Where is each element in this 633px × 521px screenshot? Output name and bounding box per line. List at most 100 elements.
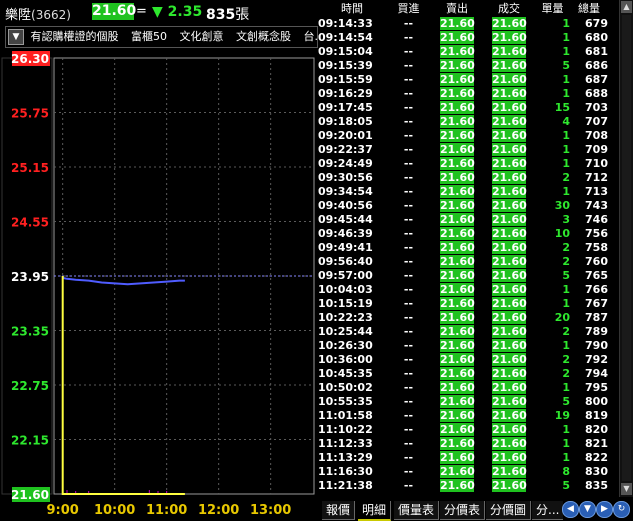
table-row[interactable]: 11:16:30 -- 21.60 21.60 8 830: [318, 464, 608, 478]
table-scrollbar[interactable]: ▲ ▼: [619, 0, 633, 497]
table-row[interactable]: 11:12:33 -- 21.60 21.60 1 821: [318, 436, 608, 450]
arrow-right-icon[interactable]: ▶: [596, 501, 613, 518]
cell-ask: 21.60: [431, 16, 483, 30]
table-row[interactable]: 10:04:03 -- 21.60 21.60 1 766: [318, 282, 608, 296]
cell-time: 11:12:33: [318, 436, 373, 450]
table-row[interactable]: 10:25:44 -- 21.60 21.60 2 789: [318, 324, 608, 338]
arrow-down-icon[interactable]: ▼: [579, 501, 596, 518]
cell-lot: 4: [562, 114, 570, 128]
cell-lot: 1: [562, 142, 570, 156]
arrow-left-icon[interactable]: ◀: [562, 501, 579, 518]
cell-ask: 21.60: [431, 30, 483, 44]
cell-trade-value: 21.60: [492, 268, 527, 282]
cell-ask: 21.60: [431, 478, 483, 492]
cell-trade-value: 21.60: [492, 422, 527, 436]
table-row[interactable]: 09:15:39 -- 21.60 21.60 5 686: [318, 58, 608, 72]
price-change: ▼ 2.35: [152, 4, 202, 20]
table-row[interactable]: 11:13:29 -- 21.60 21.60 1 822: [318, 450, 608, 464]
cell-lot: 1: [562, 30, 570, 44]
cell-ask-value: 21.60: [440, 478, 475, 492]
group-tag[interactable]: 富櫃50: [131, 27, 167, 46]
group-tag[interactable]: 文創概念股: [236, 27, 291, 46]
tab-price-chart[interactable]: 分價圖: [486, 501, 532, 520]
table-row[interactable]: 09:16:29 -- 21.60 21.60 1 688: [318, 86, 608, 100]
col-header-time[interactable]: 時間: [318, 0, 386, 16]
table-row[interactable]: 09:17:45 -- 21.60 21.60 15 703: [318, 100, 608, 114]
cell-ask-value: 21.60: [440, 408, 475, 422]
cell-trade: 21.60: [483, 156, 535, 170]
table-row[interactable]: 09:34:54 -- 21.60 21.60 1 713: [318, 184, 608, 198]
table-row[interactable]: 09:14:54 -- 21.60 21.60 1 680: [318, 30, 608, 44]
cell-ask-value: 21.60: [440, 30, 475, 44]
table-row[interactable]: 09:20:01 -- 21.60 21.60 1 708: [318, 128, 608, 142]
intraday-chart[interactable]: 26.30 25.75 25.15 24.55 23.95 23.35 22.75 22.15…: [0, 48, 318, 521]
cell-ask-value: 21.60: [440, 184, 475, 198]
table-row[interactable]: 10:36:00 -- 21.60 21.60 2 792: [318, 352, 608, 366]
col-header-trade[interactable]: 成交: [483, 0, 535, 16]
chevron-down-icon[interactable]: ▼: [8, 29, 24, 45]
cell-trade-value: 21.60: [492, 408, 527, 422]
table-row[interactable]: 10:22:23 -- 21.60 21.60 20 787: [318, 310, 608, 324]
cell-bid: --: [403, 310, 414, 324]
col-header-bid[interactable]: 買進: [386, 0, 431, 16]
cell-ask-value: 21.60: [440, 338, 475, 352]
table-row[interactable]: 09:45:44 -- 21.60 21.60 3 746: [318, 212, 608, 226]
table-row[interactable]: 11:10:22 -- 21.60 21.60 1 820: [318, 422, 608, 436]
col-header-ask[interactable]: 賣出: [431, 0, 483, 16]
table-row[interactable]: 09:18:05 -- 21.60 21.60 4 707: [318, 114, 608, 128]
price-change-value: 2.35: [167, 4, 203, 20]
cell-lot: 1: [562, 422, 570, 436]
cell-ask: 21.60: [431, 212, 483, 226]
table-row[interactable]: 09:46:39 -- 21.60 21.60 10 756: [318, 226, 608, 240]
table-row[interactable]: 09:49:41 -- 21.60 21.60 2 758: [318, 240, 608, 254]
cell-trade: 21.60: [483, 436, 535, 450]
cell-ask: 21.60: [431, 72, 483, 86]
group-tag[interactable]: 有認購權證的個股: [31, 27, 119, 46]
table-row[interactable]: 09:15:04 -- 21.60 21.60 1 681: [318, 44, 608, 58]
table-row[interactable]: 11:21:38 -- 21.60 21.60 5 835: [318, 478, 608, 492]
scroll-down-icon[interactable]: ▼: [621, 483, 632, 495]
refresh-icon[interactable]: ↻: [613, 501, 630, 518]
cell-ask-value: 21.60: [440, 100, 475, 114]
cell-total: 766: [585, 282, 608, 296]
cell-ask: 21.60: [431, 394, 483, 408]
col-header-total[interactable]: 總量: [570, 0, 608, 16]
cell-time: 09:49:41: [318, 240, 373, 254]
table-row[interactable]: 09:40:56 -- 21.60 21.60 30 743: [318, 198, 608, 212]
table-row[interactable]: 09:57:00 -- 21.60 21.60 5 765: [318, 268, 608, 282]
cell-total: 687: [585, 72, 608, 86]
table-row[interactable]: 10:55:35 -- 21.60 21.60 5 800: [318, 394, 608, 408]
table-row[interactable]: 09:30:56 -- 21.60 21.60 2 712: [318, 170, 608, 184]
view-tabs: 報價 明細 價量表 分價表 分價圖 分... ◀ ▼ ▶ ↻: [318, 499, 633, 521]
table-row[interactable]: 10:50:02 -- 21.60 21.60 1 795: [318, 380, 608, 394]
group-tag[interactable]: 台...: [304, 27, 318, 46]
group-tag[interactable]: 文化創意: [180, 27, 224, 46]
col-header-lot[interactable]: 單量: [535, 0, 570, 16]
table-row[interactable]: 09:24:49 -- 21.60 21.60 1 710: [318, 156, 608, 170]
table-row[interactable]: 09:15:59 -- 21.60 21.60 1 687: [318, 72, 608, 86]
cell-total: 743: [585, 198, 608, 212]
table-row[interactable]: 10:26:30 -- 21.60 21.60 1 790: [318, 338, 608, 352]
table-row[interactable]: 09:14:33 -- 21.60 21.60 1 679: [318, 16, 608, 30]
tab-detail[interactable]: 明細: [358, 501, 392, 521]
table-row[interactable]: 10:45:35 -- 21.60 21.60 2 794: [318, 366, 608, 380]
cell-lot: 1: [562, 436, 570, 450]
tab-more[interactable]: 分...: [532, 501, 564, 520]
table-row[interactable]: 09:56:40 -- 21.60 21.60 2 760: [318, 254, 608, 268]
cell-trade: 21.60: [483, 268, 535, 282]
cell-total: 681: [585, 44, 608, 58]
table-row[interactable]: 09:22:37 -- 21.60 21.60 1 709: [318, 142, 608, 156]
tab-price-volume[interactable]: 價量表: [394, 501, 440, 520]
cell-total: 822: [585, 450, 608, 464]
cell-ask-value: 21.60: [440, 128, 475, 142]
table-row[interactable]: 10:15:19 -- 21.60 21.60 1 767: [318, 296, 608, 310]
trade-detail-panel: 時間 買進 賣出 成交 單量 總量 09:14:33 -- 21.60 21.60 1 6…: [318, 0, 618, 497]
cell-ask: 21.60: [431, 352, 483, 366]
cell-bid: --: [403, 394, 414, 408]
cell-lot: 1: [562, 450, 570, 464]
tab-price-table[interactable]: 分價表: [440, 501, 486, 520]
scroll-track[interactable]: [622, 15, 631, 481]
table-row[interactable]: 11:01:58 -- 21.60 21.60 19 819: [318, 408, 608, 422]
scroll-up-icon[interactable]: ▲: [621, 1, 632, 13]
tab-quote[interactable]: 報價: [322, 501, 356, 520]
